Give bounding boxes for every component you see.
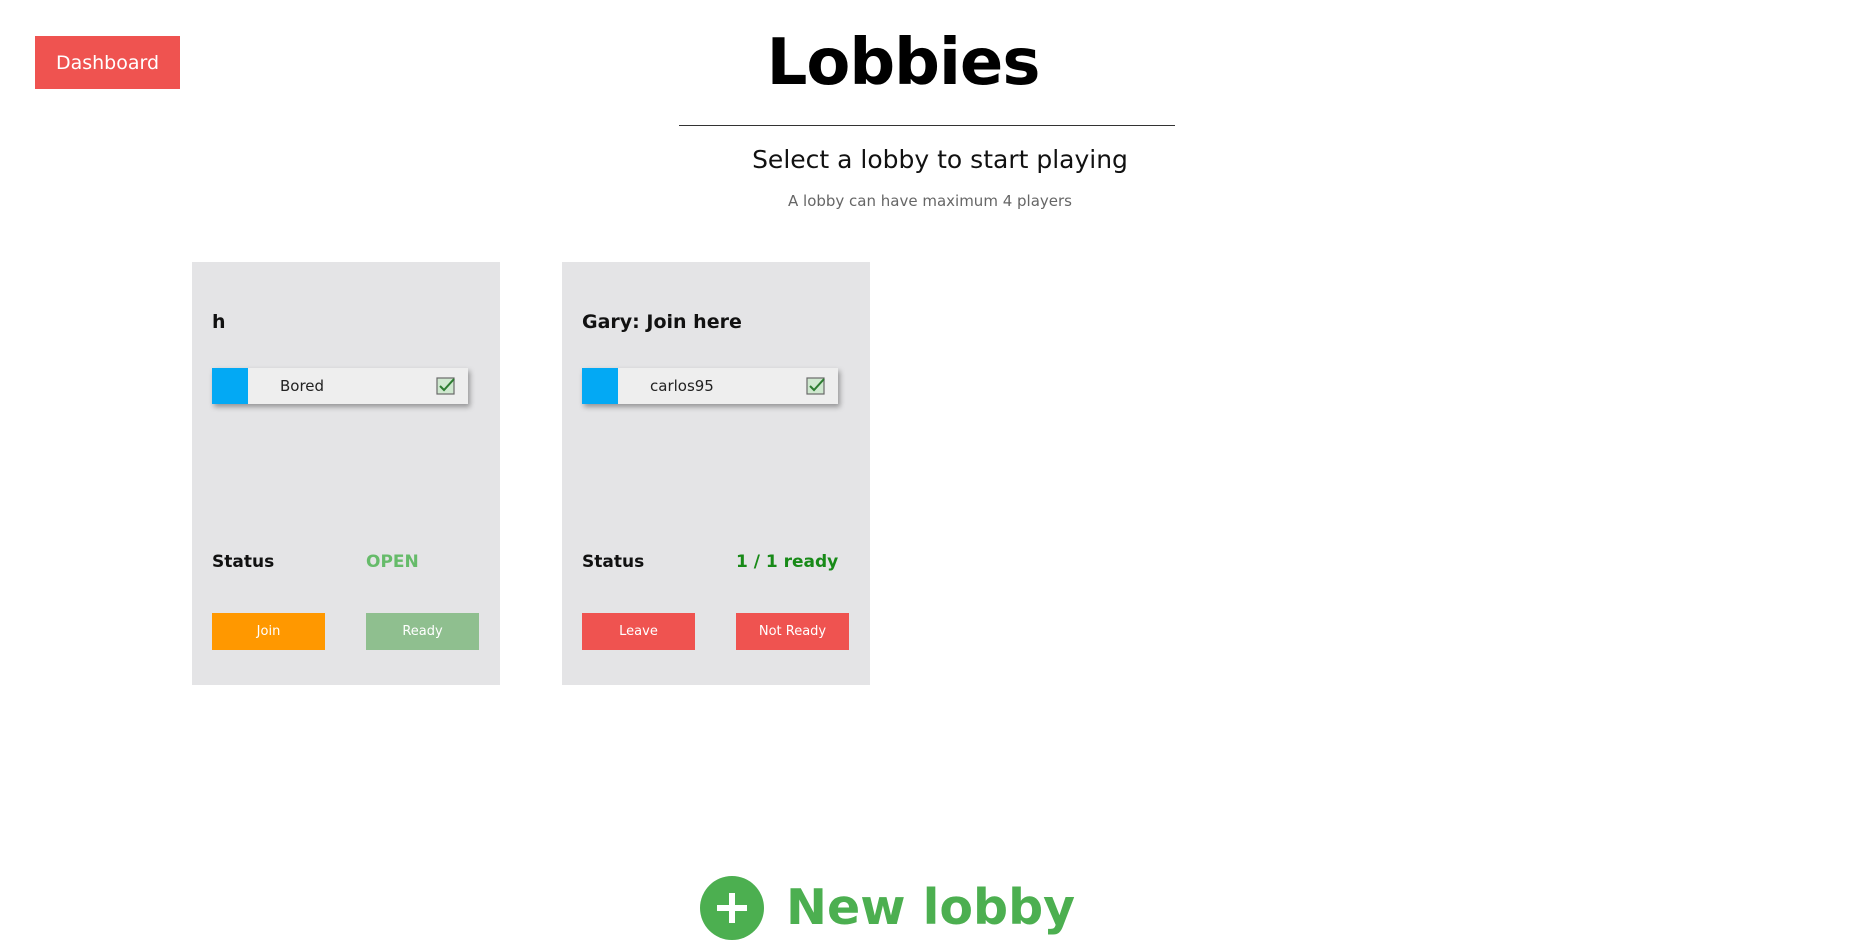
join-button[interactable]: Join (212, 613, 325, 650)
new-lobby-label: New lobby (786, 879, 1076, 936)
page-caption: A lobby can have maximum 4 players (788, 192, 1072, 210)
lobbies-page: Dashboard Lobbies Select a lobby to star… (0, 0, 1856, 945)
page-subtitle: Select a lobby to start playing (752, 145, 1128, 174)
status-value: 1 / 1 ready (736, 552, 839, 572)
plus-circle-icon (700, 876, 764, 940)
player-color-swatch (582, 368, 618, 404)
ready-check-icon (436, 377, 455, 395)
player-color-swatch (212, 368, 248, 404)
status-label: Status (212, 552, 275, 572)
lobby-name: h (212, 311, 226, 333)
lobby-card: h Bored Status OPEN Join Ready (192, 262, 500, 685)
ready-check-icon (806, 377, 825, 395)
player-name: Bored (280, 377, 325, 395)
new-lobby-button[interactable]: New lobby (700, 876, 1075, 940)
ready-button[interactable]: Ready (366, 613, 479, 650)
player-name: carlos95 (650, 377, 714, 395)
page-title: Lobbies (766, 26, 1041, 100)
leave-button[interactable]: Leave (582, 613, 695, 650)
status-label: Status (582, 552, 645, 572)
not-ready-button[interactable]: Not Ready (736, 613, 849, 650)
player-row: carlos95 (582, 368, 838, 404)
lobby-card: Gary: Join here carlos95 Status 1 / 1 re… (562, 262, 870, 685)
status-value: OPEN (366, 552, 419, 572)
player-row: Bored (212, 368, 468, 404)
lobby-name: Gary: Join here (582, 311, 742, 333)
title-divider (679, 125, 1175, 126)
